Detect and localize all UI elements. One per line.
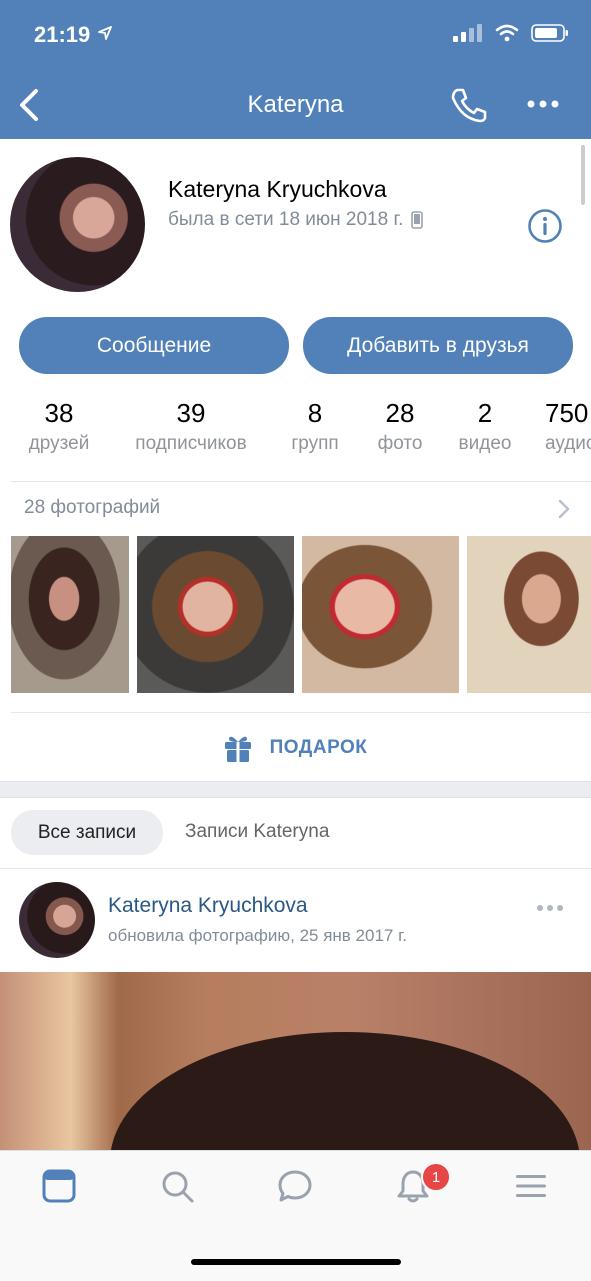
tab-own-posts[interactable]: Записи Kateryna — [185, 821, 329, 843]
counter-audio[interactable]: 750 аудио — [545, 398, 591, 455]
status-indicators — [453, 24, 569, 42]
counter-value: 39 — [176, 398, 206, 428]
message-button[interactable]: Сообщение — [19, 317, 289, 374]
add-friend-button[interactable]: Добавить в друзья — [303, 317, 573, 374]
battery-icon — [531, 24, 568, 42]
post-meta: обновила фотографию, 25 янв 2017 г. — [108, 926, 407, 945]
photo-thumbnail[interactable] — [11, 536, 129, 693]
counter-label: фото — [377, 433, 423, 454]
counter-value: 2 — [477, 398, 493, 428]
counter-label: аудио — [545, 433, 591, 454]
post-author-avatar[interactable] — [19, 882, 95, 958]
phone-icon[interactable] — [448, 86, 488, 124]
profile-counters: 38 друзей 39 подписчиков 8 групп 28 фото… — [0, 398, 591, 468]
nav-title: Kateryna — [247, 91, 344, 118]
messages-icon[interactable] — [277, 1168, 313, 1204]
counter-value: 8 — [307, 398, 323, 428]
profile-name: Kateryna Kryuchkova — [168, 176, 387, 202]
search-icon[interactable] — [159, 1168, 195, 1204]
post-photo[interactable] — [0, 972, 591, 1150]
gift-button[interactable]: ПОДАРОК — [0, 733, 591, 763]
info-icon[interactable] — [527, 208, 563, 244]
counter-followers[interactable]: 39 подписчиков — [124, 398, 258, 455]
counter-friends[interactable]: 38 друзей — [22, 398, 96, 455]
counter-label: друзей — [28, 433, 90, 454]
tab-all-posts[interactable]: Все записи — [11, 810, 163, 855]
photo-thumbnail[interactable] — [467, 536, 591, 693]
chevron-right-icon[interactable] — [556, 498, 572, 520]
divider — [11, 481, 591, 482]
counter-label: видео — [458, 433, 512, 454]
profile-avatar[interactable] — [10, 157, 145, 292]
photo-thumbnail[interactable] — [302, 536, 459, 693]
signal-icon — [453, 24, 482, 42]
counter-label: подписчиков — [135, 433, 247, 454]
profile-last-seen: была в сети 18 июн 2018 г. — [168, 209, 424, 231]
counter-label: групп — [291, 433, 339, 454]
counter-value: 750 — [545, 398, 589, 428]
home-indicator — [191, 1259, 401, 1265]
post-author[interactable]: Kateryna Kryuchkova — [108, 894, 308, 918]
status-time: 21:19 — [34, 22, 91, 47]
wifi-icon — [495, 24, 519, 42]
photo-thumbnail[interactable] — [137, 536, 294, 693]
notifications-badge: 1 — [421, 1162, 451, 1192]
counter-videos[interactable]: 2 видео — [452, 398, 518, 455]
location-arrow-icon — [98, 26, 112, 40]
scrollbar[interactable] — [581, 145, 585, 205]
divider — [11, 712, 591, 713]
counter-photos[interactable]: 28 фото — [370, 398, 430, 455]
counter-value: 38 — [44, 398, 74, 428]
more-icon[interactable] — [536, 901, 564, 915]
counter-groups[interactable]: 8 групп — [282, 398, 348, 455]
counter-value: 28 — [385, 398, 415, 428]
photo-content — [110, 1032, 580, 1150]
photos-header[interactable]: 28 фотографий — [24, 497, 160, 519]
last-seen-text: была в сети 18 июн 2018 г. — [168, 209, 404, 230]
section-separator — [0, 781, 591, 798]
menu-icon[interactable] — [513, 1168, 549, 1204]
divider — [0, 868, 591, 869]
app-header: 21:19 Kateryna — [0, 0, 591, 139]
gift-label: ПОДАРОК — [269, 737, 368, 758]
phone-device-icon — [411, 211, 424, 229]
news-icon[interactable] — [41, 1168, 77, 1204]
gift-icon — [224, 736, 251, 762]
more-icon[interactable] — [525, 94, 561, 114]
